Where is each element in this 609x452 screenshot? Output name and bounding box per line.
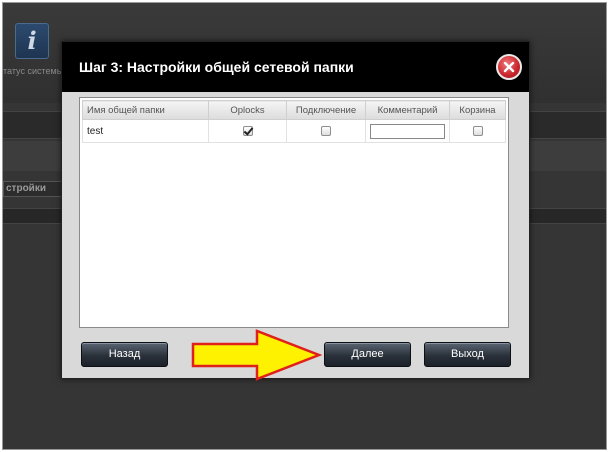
exit-button[interactable]: Выход xyxy=(424,342,511,367)
recycle-bin-checkbox[interactable] xyxy=(472,125,483,136)
dialog-title: Шаг 3: Настройки общей сетевой папки xyxy=(79,59,354,75)
column-header-oplocks: Oplocks xyxy=(208,100,287,120)
next-button[interactable]: Далее xyxy=(324,342,411,367)
info-icon: i xyxy=(15,23,49,59)
connection-checkbox[interactable] xyxy=(321,125,331,136)
column-header-comment: Комментарий xyxy=(365,100,450,120)
close-button[interactable] xyxy=(496,54,522,80)
column-header-recycle-bin: Корзина xyxy=(449,100,506,120)
oplocks-checkbox[interactable] xyxy=(242,125,253,136)
comment-cell xyxy=(365,119,450,143)
arrow-annotation-icon xyxy=(191,329,323,381)
table-row: test xyxy=(82,119,506,143)
back-button[interactable]: Назад xyxy=(81,342,168,367)
comment-input[interactable] xyxy=(370,123,445,139)
recycle-bin-cell xyxy=(449,119,506,143)
background-settings-tab: стройки xyxy=(3,181,65,197)
column-header-connection: Подключение xyxy=(286,100,366,120)
share-settings-table: Имя общей папки Oplocks Подключение Комм… xyxy=(82,100,506,143)
connection-cell xyxy=(286,119,366,143)
share-name-cell: test xyxy=(82,119,209,143)
dialog-header: Шаг 3: Настройки общей сетевой папки xyxy=(62,42,529,92)
column-header-share-name: Имя общей папки xyxy=(82,100,209,120)
share-settings-panel: Имя общей папки Oplocks Подключение Комм… xyxy=(79,97,509,328)
close-icon xyxy=(503,61,515,73)
oplocks-cell xyxy=(208,119,287,143)
table-header-row: Имя общей папки Oplocks Подключение Комм… xyxy=(82,100,506,120)
